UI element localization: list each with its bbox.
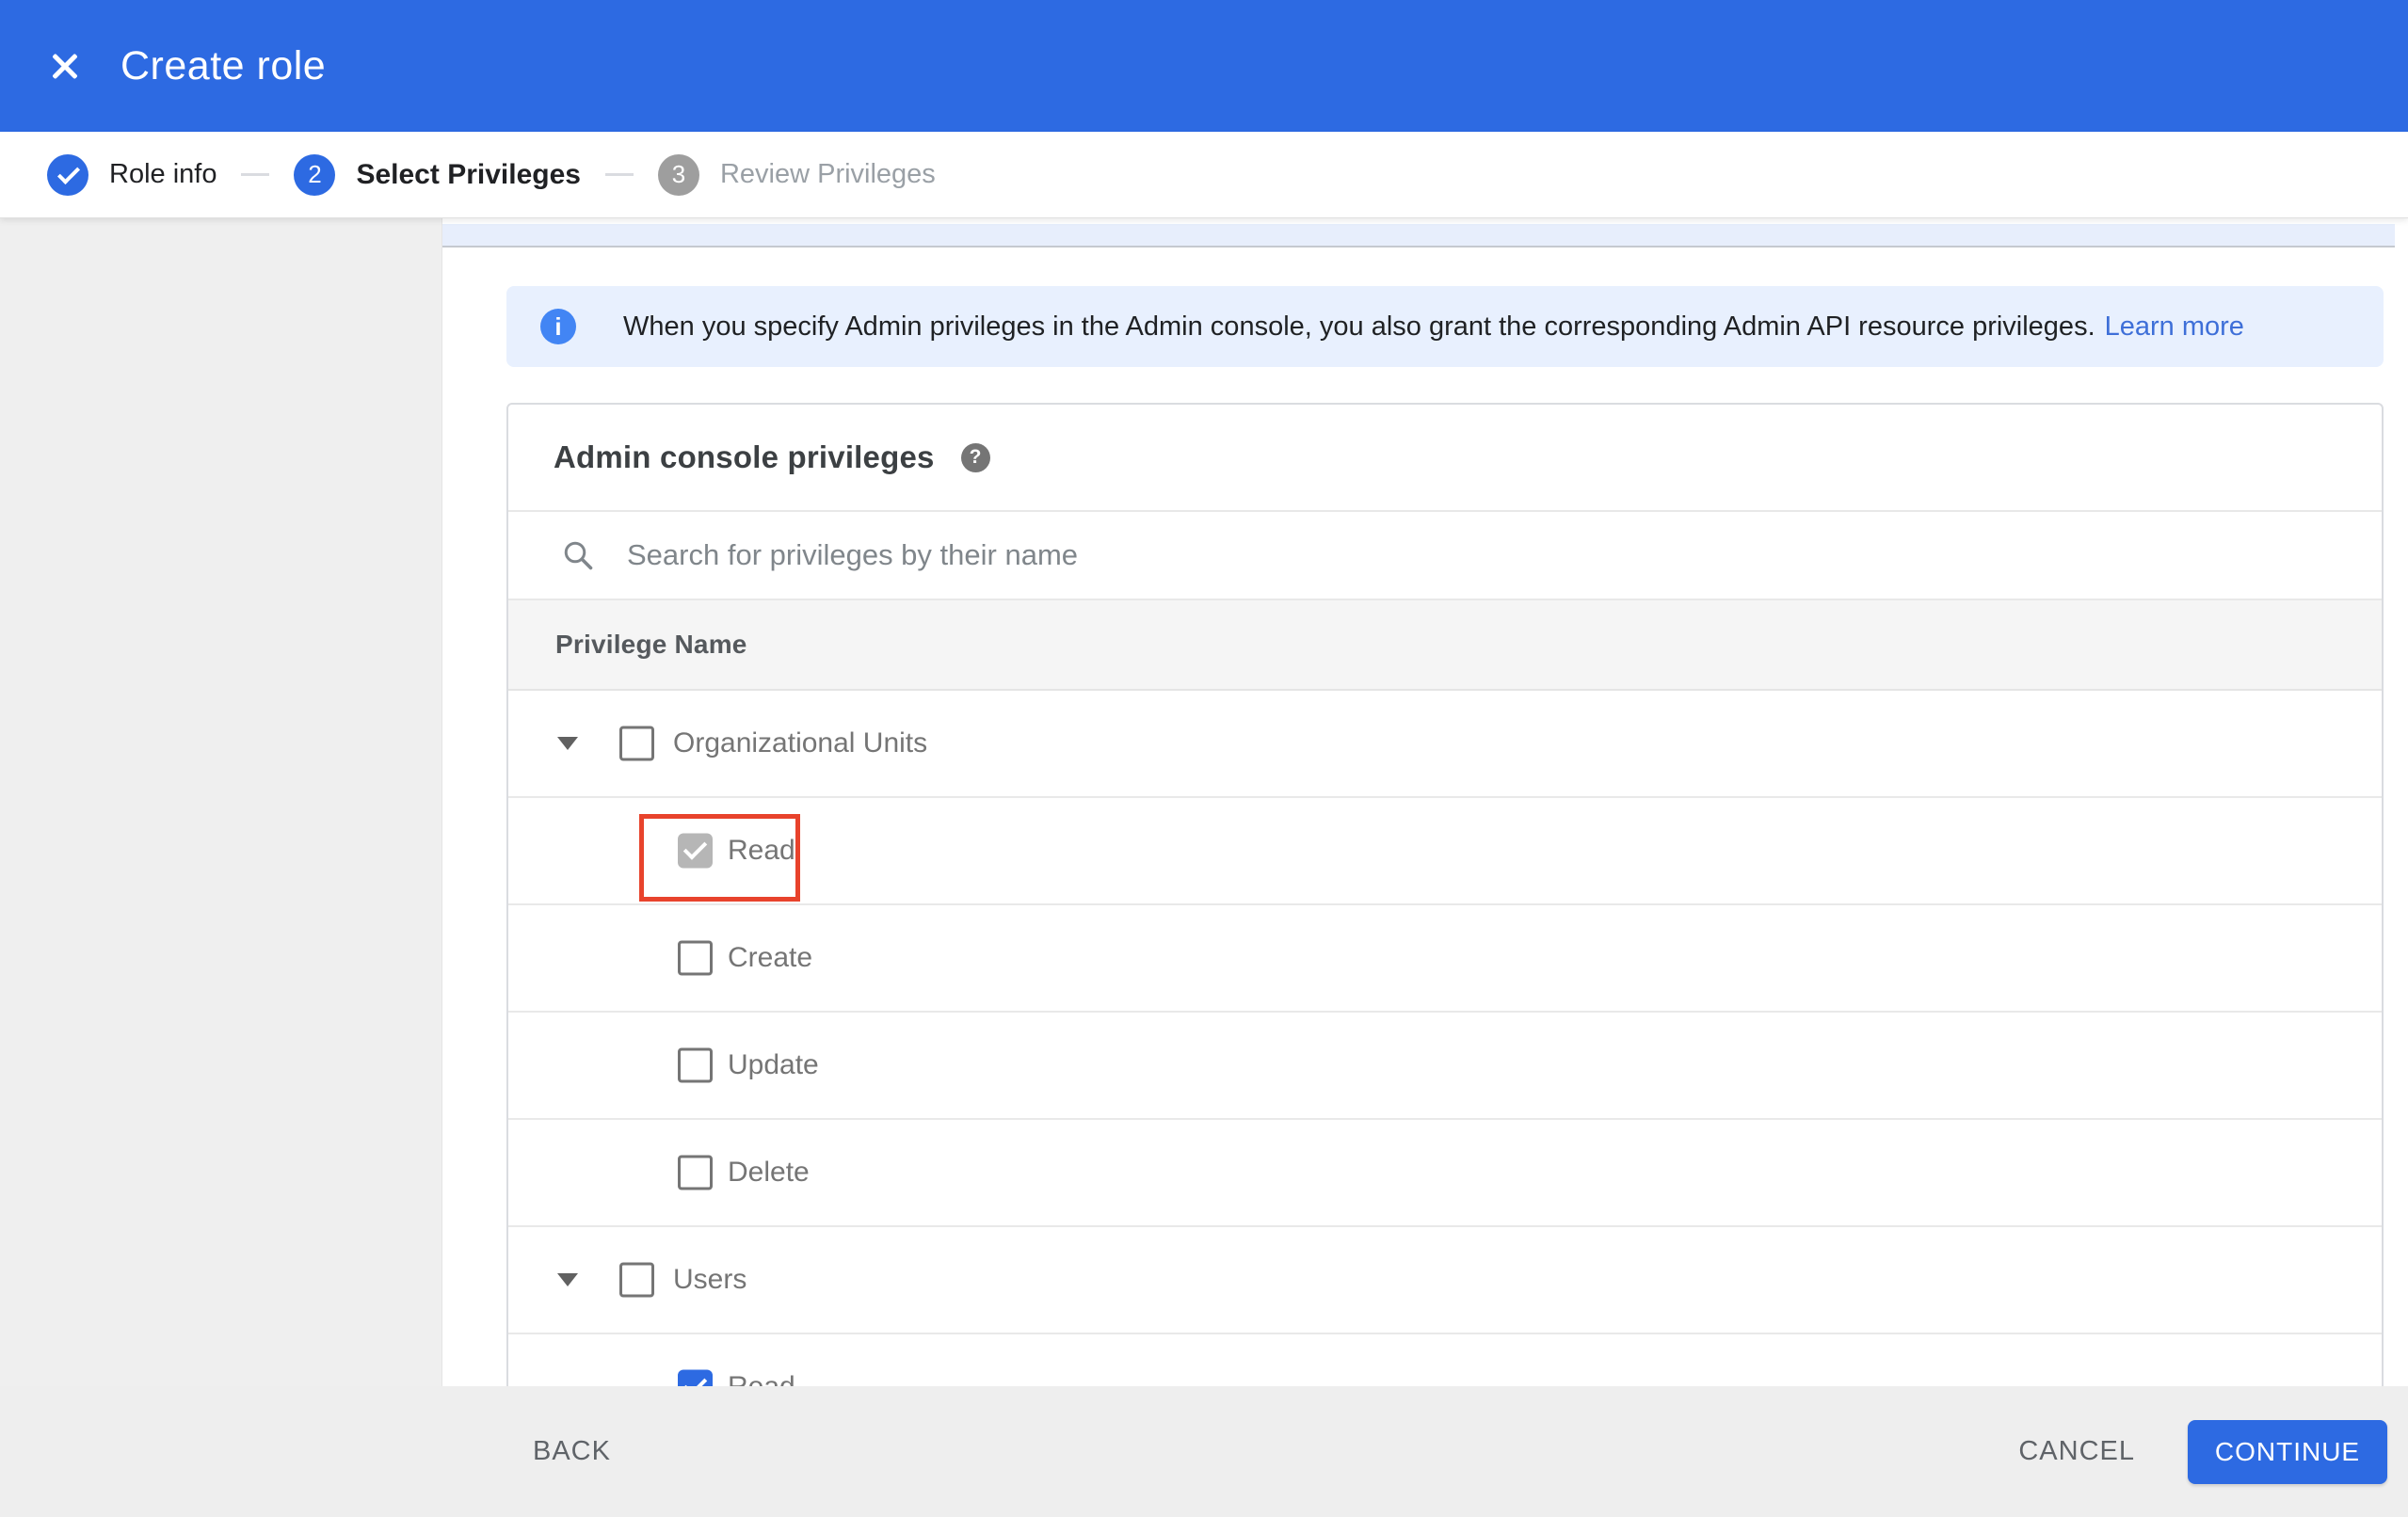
- info-icon: i: [540, 309, 576, 344]
- privilege-label: Delete: [728, 1157, 810, 1188]
- privilege-label: Update: [728, 1049, 819, 1080]
- step-label: Select Privileges: [356, 158, 581, 190]
- scrolled-content-strip: [442, 224, 2395, 248]
- privilege-checkbox[interactable]: [678, 940, 713, 976]
- collapse-arrow-icon[interactable]: [557, 1273, 578, 1286]
- table-row: Read: [508, 798, 2382, 905]
- table-header: Privilege Name: [508, 599, 2382, 691]
- privilege-checkbox[interactable]: [678, 833, 713, 869]
- admin-privileges-card: Admin console privileges ? Privilege Nam…: [506, 403, 2384, 1386]
- back-button[interactable]: BACK: [533, 1436, 611, 1467]
- search-icon: [564, 541, 593, 570]
- info-banner: i When you specify Admin privileges in t…: [506, 286, 2384, 367]
- collapse-arrow-icon[interactable]: [557, 737, 578, 750]
- card-title: Admin console privileges: [554, 439, 935, 474]
- table-row: Update: [508, 1013, 2382, 1120]
- privilege-label: Read: [728, 835, 795, 866]
- privilege-label: Create: [728, 942, 813, 973]
- column-header: Privilege Name: [555, 630, 747, 659]
- table-row: Create: [508, 905, 2382, 1013]
- step-divider: [604, 173, 634, 176]
- dialog-footer: BACK CANCEL CONTINUE: [0, 1386, 2408, 1517]
- privilege-label: Read: [728, 1371, 795, 1386]
- privilege-checkbox[interactable]: [619, 726, 654, 761]
- search-input[interactable]: [627, 538, 2039, 572]
- step-review-privileges[interactable]: 3 Review Privileges: [657, 153, 936, 196]
- privilege-checkbox[interactable]: [678, 1155, 713, 1190]
- table-row: Organizational Units: [508, 691, 2382, 798]
- scrollbar-track[interactable]: [2395, 218, 2408, 1386]
- step-label: Review Privileges: [719, 159, 936, 189]
- continue-button[interactable]: CONTINUE: [2188, 1419, 2387, 1484]
- privilege-checkbox[interactable]: [619, 1262, 654, 1298]
- dialog-body: i When you specify Admin privileges in t…: [0, 218, 2408, 1386]
- privilege-label: Organizational Units: [673, 727, 928, 758]
- left-panel: [0, 218, 442, 1386]
- dialog-title: Create role: [120, 42, 327, 88]
- step-number: 3: [657, 153, 699, 196]
- step-divider: [241, 173, 270, 176]
- privilege-checkbox[interactable]: [678, 1369, 713, 1386]
- step-select-privileges[interactable]: 2 Select Privileges: [294, 153, 581, 196]
- step-check-icon: [47, 153, 88, 196]
- dialog-header: Create role: [0, 0, 2408, 132]
- stepper: Role info 2 Select Privileges 3 Review P…: [0, 132, 2408, 218]
- step-number: 2: [294, 153, 336, 196]
- learn-more-link[interactable]: Learn more: [2105, 311, 2244, 342]
- step-role-info[interactable]: Role info: [47, 153, 217, 196]
- table-row: Delete: [508, 1120, 2382, 1227]
- close-icon[interactable]: [38, 40, 90, 92]
- footer-actions: CANCEL CONTINUE: [2018, 1419, 2408, 1484]
- banner-message: When you specify Admin privileges in the…: [623, 311, 2095, 342]
- table-row: Users: [508, 1227, 2382, 1334]
- privilege-label: Users: [673, 1264, 747, 1295]
- search-row: [508, 512, 2382, 599]
- card-title-row: Admin console privileges ?: [508, 405, 2382, 512]
- privilege-checkbox[interactable]: [678, 1047, 713, 1083]
- banner-text: When you specify Admin privileges in the…: [623, 311, 2244, 343]
- cancel-button[interactable]: CANCEL: [2018, 1436, 2135, 1467]
- step-label: Role info: [109, 159, 217, 189]
- help-icon[interactable]: ?: [960, 442, 990, 472]
- table-row: Read: [508, 1334, 2382, 1386]
